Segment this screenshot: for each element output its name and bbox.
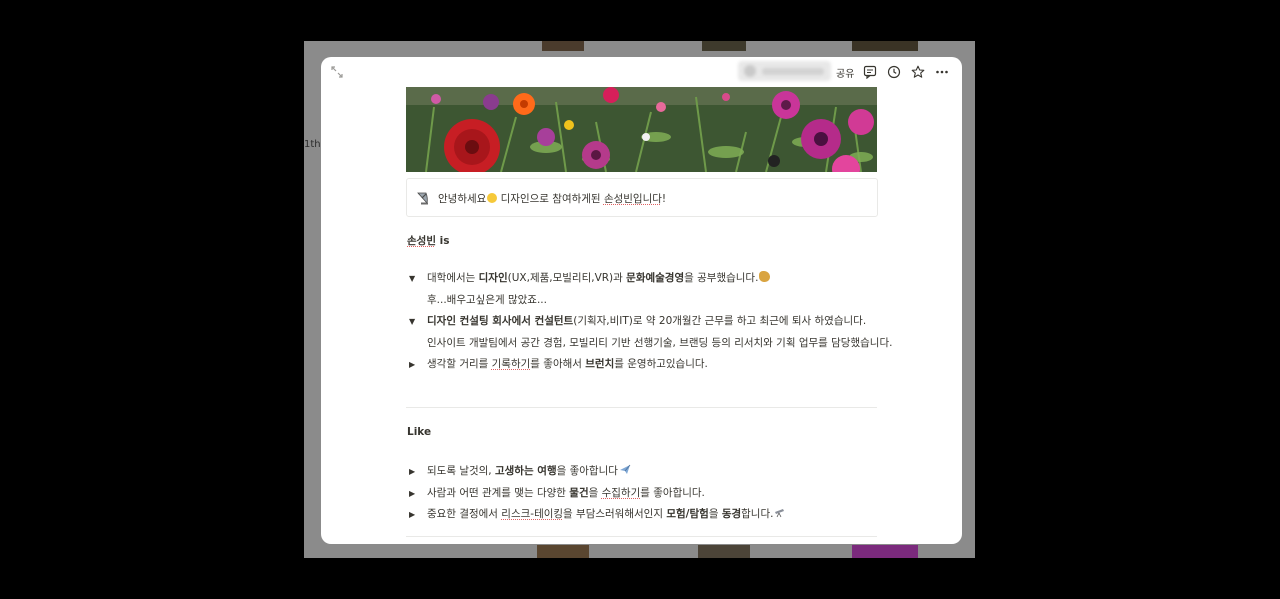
background-thumbnail	[537, 545, 589, 558]
toggle-item-career: ▼ 디자인 컨설팅 회사에서 컨설턴트(기획자,비IT)로 약 20개월간 근무를…	[409, 315, 867, 327]
toggle-item-education-detail: 후...배우고싶은게 많았죠...	[427, 294, 547, 306]
background-thumbnail	[702, 41, 746, 51]
divider	[406, 536, 877, 537]
toggle-item-career-detail: 인사이트 개발팀에서 공간 경험, 모빌리티 기반 선행기술, 브랜딩 등의 리…	[427, 337, 893, 349]
toggle-expanded-icon[interactable]: ▼	[409, 274, 427, 283]
history-icon[interactable]	[887, 65, 901, 79]
satellite-dish-icon	[417, 192, 428, 205]
background-thumbnail	[852, 545, 918, 558]
toggle-collapsed-icon[interactable]: ▶	[409, 489, 427, 498]
toggle-collapsed-icon[interactable]: ▶	[409, 510, 427, 519]
more-options-icon[interactable]	[935, 65, 949, 79]
section-heading-about: 손성빈 is	[407, 235, 450, 247]
toggle-item-adventure: ▶ 중요한 결정에서 리스크-테이킹을 부담스러워해서인지 모험/탐험을 동경합니…	[409, 506, 786, 521]
background-thumbnail	[698, 545, 750, 558]
smiling-face-emoji-icon	[487, 193, 498, 203]
expand-icon[interactable]	[331, 66, 343, 78]
cover-image-flowers	[406, 87, 877, 172]
page-peek-modal: 공유 안녕하세요 디자인으로 참여하게된 손성빈입니다! 손성빈 is ▼ 대학…	[321, 57, 962, 544]
intro-callout: 안녕하세요 디자인으로 참여하게된 손성빈입니다!	[406, 178, 878, 217]
callout-name: 손성빈입니다	[603, 193, 662, 205]
comment-icon[interactable]	[863, 65, 877, 79]
blurred-user-avatar	[738, 61, 831, 81]
toggle-item-collecting: ▶ 사람과 어떤 관계를 맺는 다양한 물건을 수집하기를 좋아합니다.	[409, 487, 705, 499]
toggle-item-brunch: ▶ 생각할 거리를 기록하기를 좋아해서 브런치를 운영하고있습니다.	[409, 358, 708, 370]
callout-text: 안녕하세요 디자인으로 참여하게된 손성빈입니다!	[438, 193, 667, 205]
section-heading-like: Like	[407, 426, 432, 438]
favorite-star-icon[interactable]	[911, 65, 925, 79]
toggle-item-education: ▼ 대학에서는 디자인(UX,제품,모빌리티,VR)과 문화예술경영을 공부했습니…	[409, 270, 771, 285]
background-side-label: 1th	[304, 139, 321, 150]
palette-emoji-icon	[759, 271, 771, 282]
share-button[interactable]: 공유	[836, 65, 854, 80]
modal-topbar: 공유	[321, 57, 962, 87]
background-thumbnail	[852, 41, 918, 51]
background-thumbnail	[542, 41, 584, 51]
telescope-emoji-icon	[775, 509, 785, 518]
divider	[406, 407, 877, 408]
toggle-item-travel: ▶ 되도록 날것의, 고생하는 여행을 좋아합니다	[409, 463, 631, 478]
toggle-collapsed-icon[interactable]: ▶	[409, 467, 427, 476]
toggle-collapsed-icon[interactable]: ▶	[409, 360, 427, 369]
toggle-expanded-icon[interactable]: ▼	[409, 317, 427, 326]
airplane-emoji-icon	[619, 464, 631, 474]
